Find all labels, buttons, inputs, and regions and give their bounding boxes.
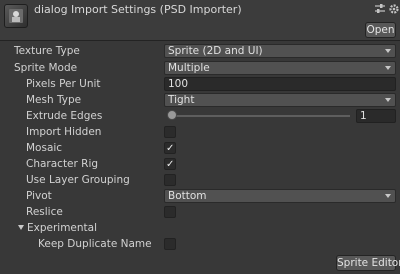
sprite-mode-row: Sprite Mode Multiple bbox=[0, 61, 400, 77]
pixels-per-unit-row: Pixels Per Unit 100 bbox=[0, 77, 400, 93]
mesh-type-row: Mesh Type Tight bbox=[0, 93, 400, 109]
mosaic-row: Mosaic ✓ bbox=[0, 141, 400, 157]
character-rig-row: Character Rig ✓ bbox=[0, 157, 400, 173]
mesh-type-value: Tight bbox=[168, 94, 195, 106]
open-button[interactable]: Open bbox=[365, 22, 396, 38]
texture-type-dropdown[interactable]: Sprite (2D and UI) bbox=[164, 44, 396, 58]
reslice-checkbox[interactable] bbox=[164, 206, 176, 218]
texture-type-value: Sprite (2D and UI) bbox=[168, 45, 263, 57]
psd-asset-icon bbox=[4, 4, 28, 28]
mosaic-checkbox[interactable]: ✓ bbox=[164, 142, 176, 154]
pixels-per-unit-field[interactable]: 100 bbox=[164, 77, 396, 91]
sprite-mode-label: Sprite Mode bbox=[14, 62, 78, 74]
inspector-title: dialog Import Settings (PSD Importer) bbox=[34, 3, 242, 16]
sprite-mode-value: Multiple bbox=[168, 62, 210, 74]
checkmark-icon: ✓ bbox=[166, 159, 175, 170]
use-layer-grouping-checkbox[interactable] bbox=[164, 174, 176, 186]
settings-gear-icon[interactable] bbox=[388, 3, 400, 15]
extrude-edges-slider-handle[interactable] bbox=[167, 110, 177, 120]
character-rig-label: Character Rig bbox=[26, 158, 99, 170]
pivot-value: Bottom bbox=[168, 190, 207, 202]
chevron-down-icon bbox=[385, 98, 391, 102]
import-hidden-row: Import Hidden bbox=[0, 125, 400, 141]
mosaic-label: Mosaic bbox=[26, 142, 63, 154]
header-divider bbox=[0, 40, 400, 41]
extrude-edges-row: Extrude Edges 1 bbox=[0, 109, 400, 125]
keep-duplicate-name-row: Keep Duplicate Name bbox=[0, 237, 400, 253]
experimental-label: Experimental bbox=[27, 222, 98, 234]
mesh-type-dropdown[interactable]: Tight bbox=[164, 93, 396, 107]
extrude-edges-label: Extrude Edges bbox=[26, 110, 103, 122]
chevron-down-icon bbox=[385, 66, 391, 70]
texture-type-label: Texture Type bbox=[14, 45, 80, 57]
keep-duplicate-name-label: Keep Duplicate Name bbox=[38, 238, 152, 250]
mesh-type-label: Mesh Type bbox=[26, 94, 82, 106]
chevron-down-icon bbox=[385, 194, 391, 198]
experimental-foldout[interactable]: Experimental bbox=[0, 221, 400, 237]
extrude-edges-field[interactable]: 1 bbox=[356, 109, 396, 123]
preset-icon[interactable] bbox=[374, 3, 386, 15]
pivot-label: Pivot bbox=[26, 190, 52, 202]
keep-duplicate-name-checkbox[interactable] bbox=[164, 238, 176, 250]
import-hidden-checkbox[interactable] bbox=[164, 126, 176, 138]
chevron-down-icon bbox=[385, 49, 391, 53]
foldout-arrow-icon[interactable] bbox=[18, 225, 24, 230]
pivot-dropdown[interactable]: Bottom bbox=[164, 189, 396, 203]
sprite-mode-dropdown[interactable]: Multiple bbox=[164, 61, 396, 75]
reslice-label: Reslice bbox=[26, 206, 63, 218]
import-hidden-label: Import Hidden bbox=[26, 126, 102, 138]
use-layer-grouping-row: Use Layer Grouping bbox=[0, 173, 400, 189]
pixels-per-unit-value: 100 bbox=[168, 78, 189, 90]
use-layer-grouping-label: Use Layer Grouping bbox=[26, 174, 130, 186]
checkmark-icon: ✓ bbox=[166, 143, 175, 154]
reslice-row: Reslice bbox=[0, 205, 400, 221]
texture-type-row: Texture Type Sprite (2D and UI) bbox=[0, 44, 400, 60]
character-rig-checkbox[interactable]: ✓ bbox=[164, 158, 176, 170]
extrude-edges-value: 1 bbox=[360, 110, 367, 122]
pixels-per-unit-label: Pixels Per Unit bbox=[26, 78, 101, 90]
extrude-edges-slider-track[interactable] bbox=[170, 115, 350, 117]
pivot-row: Pivot Bottom bbox=[0, 189, 400, 205]
sprite-editor-button[interactable]: Sprite Editor bbox=[336, 255, 400, 271]
inspector-header: dialog Import Settings (PSD Importer) Op… bbox=[0, 0, 400, 40]
